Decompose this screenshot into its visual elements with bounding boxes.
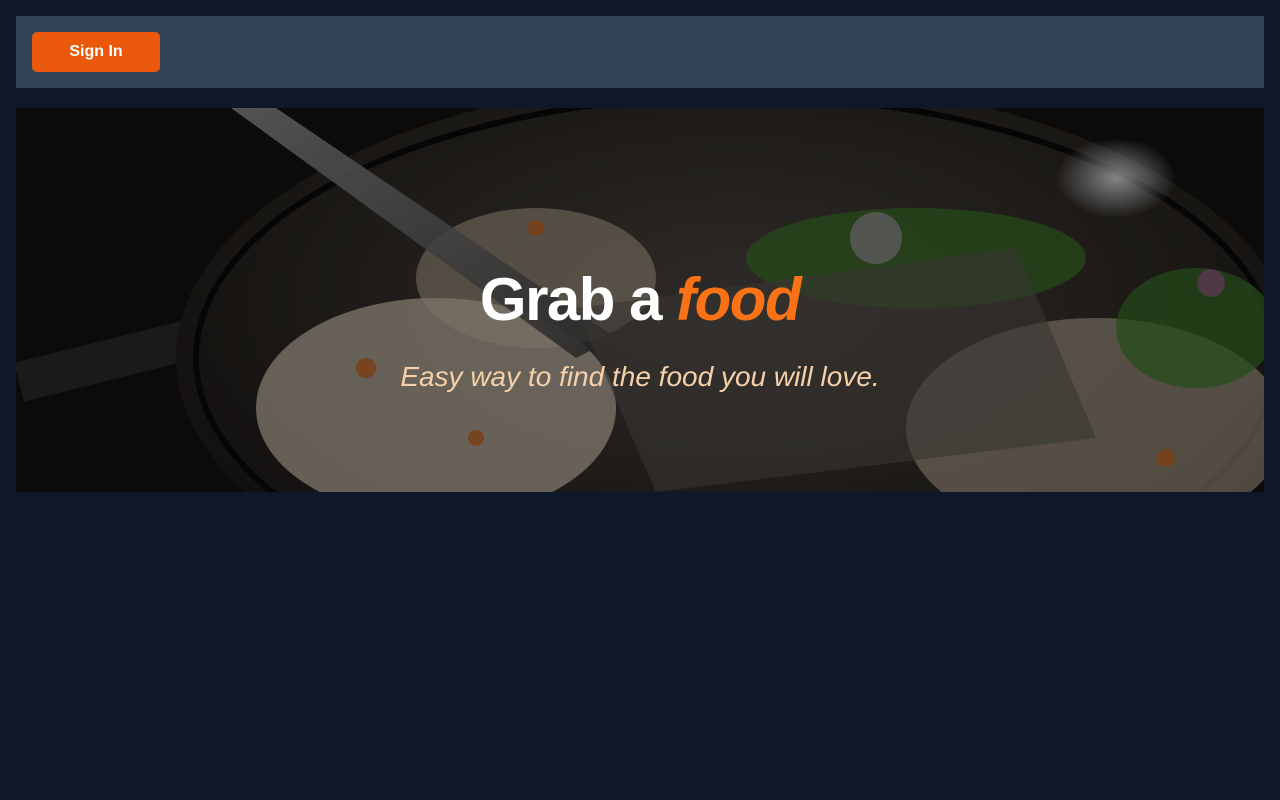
top-header: Sign In bbox=[16, 16, 1264, 88]
sign-in-button[interactable]: Sign In bbox=[32, 32, 160, 72]
hero-text-block: Grab a food Easy way to find the food yo… bbox=[16, 262, 1264, 394]
hero-subtitle: Easy way to find the food you will love. bbox=[400, 361, 880, 392]
hero-title: Grab a food bbox=[16, 262, 1264, 338]
hero-title-main: Grab a bbox=[479, 266, 663, 333]
hero-title-accent: food bbox=[676, 266, 801, 333]
hero-banner: Grab a food Easy way to find the food yo… bbox=[16, 108, 1264, 492]
